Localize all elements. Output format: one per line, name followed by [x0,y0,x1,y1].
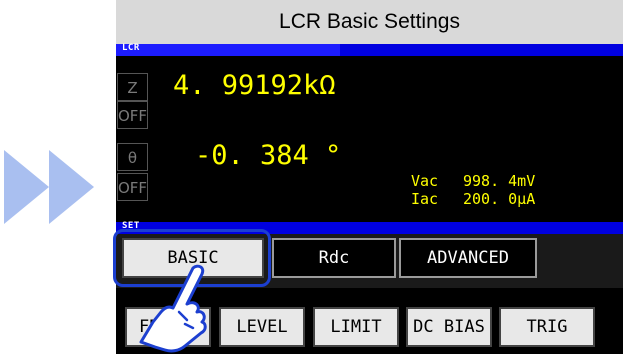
theta-parameter-button[interactable]: θ [117,143,148,171]
iac-label: Iac [411,190,439,208]
trig-button[interactable]: TRIG [499,307,595,347]
lcr-section-bar: LCR [116,43,623,56]
pointing-hand-icon [139,264,207,353]
theta-off-button[interactable]: OFF [117,173,148,201]
dc-bias-button[interactable]: DC BIAS [406,307,492,347]
vac-label: Vac [411,172,439,190]
z-parameter-button[interactable]: Z [117,73,148,101]
level-button[interactable]: LEVEL [219,307,305,347]
vac-value: 998. 4mV [463,172,536,190]
double-play-arrow-icon [4,150,94,224]
iac-value: 200. 0µA [463,190,536,208]
limit-button[interactable]: LIMIT [313,307,399,347]
tab-advanced[interactable]: ADVANCED [399,238,537,278]
z-measurement-value: 4. 99192kΩ [173,70,336,101]
z-off-button[interactable]: OFF [117,101,148,129]
page-title: LCR Basic Settings [116,0,623,44]
lcr-section-label: LCR [122,43,140,53]
tab-rdc[interactable]: Rdc [272,238,396,278]
theta-measurement-value: -0. 384 ° [195,140,342,171]
